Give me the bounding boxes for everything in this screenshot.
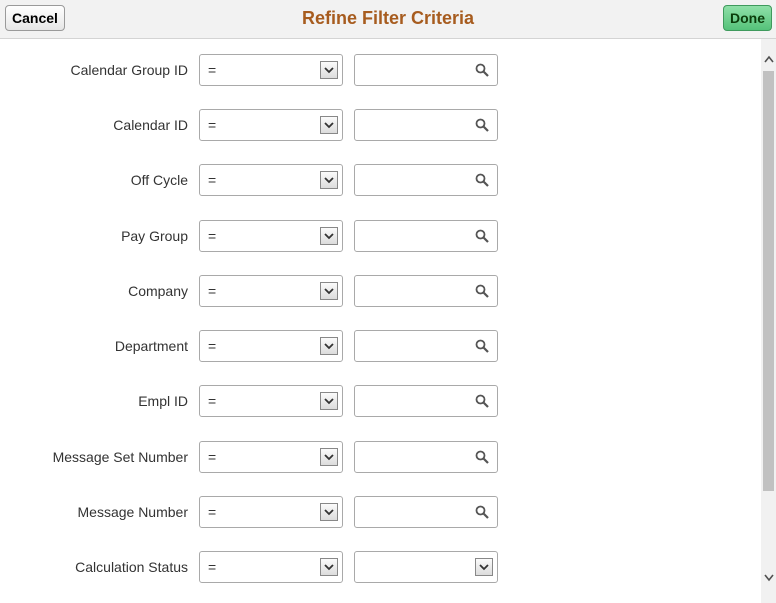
search-icon[interactable]: [475, 63, 489, 77]
chevron-down-icon[interactable]: [320, 171, 338, 189]
filter-row-empl-id: Empl ID =: [0, 385, 760, 417]
operator-value: =: [208, 393, 217, 409]
filter-row-calendar-group-id: Calendar Group ID =: [0, 54, 760, 86]
chevron-down-icon[interactable]: [475, 558, 493, 576]
operator-value: =: [208, 338, 217, 354]
field-label: Message Number: [77, 504, 189, 520]
chevron-down-icon[interactable]: [320, 392, 338, 410]
value-prompt-input[interactable]: [354, 385, 498, 417]
chevron-down-icon[interactable]: [320, 558, 338, 576]
chevron-down-icon[interactable]: [320, 116, 338, 134]
field-label: Calendar ID: [113, 117, 188, 133]
operator-select[interactable]: =: [199, 551, 343, 583]
value-prompt-input[interactable]: [354, 109, 498, 141]
value-prompt-input[interactable]: [354, 54, 498, 86]
filter-row-message-set-number: Message Set Number =: [0, 441, 760, 473]
vertical-scrollbar[interactable]: [761, 39, 776, 603]
field-label: Department: [114, 338, 188, 354]
value-select[interactable]: [354, 551, 498, 583]
field-label: Calculation Status: [75, 559, 188, 575]
filter-row-department: Department =: [0, 330, 760, 362]
field-label: Message Set Number: [52, 449, 188, 465]
chevron-down-icon[interactable]: [320, 227, 338, 245]
operator-select[interactable]: =: [199, 220, 343, 252]
field-label: Calendar Group ID: [70, 62, 188, 78]
filter-row-pay-group: Pay Group =: [0, 220, 760, 252]
chevron-down-icon[interactable]: [320, 337, 338, 355]
scroll-down-arrow-icon[interactable]: [764, 574, 774, 582]
value-prompt-input[interactable]: [354, 496, 498, 528]
search-icon[interactable]: [475, 284, 489, 298]
search-icon[interactable]: [475, 505, 489, 519]
search-icon[interactable]: [475, 118, 489, 132]
operator-select[interactable]: =: [199, 385, 343, 417]
value-prompt-input[interactable]: [354, 164, 498, 196]
operator-value: =: [208, 559, 217, 575]
page-title: Refine Filter Criteria: [301, 8, 475, 28]
operator-select[interactable]: =: [199, 330, 343, 362]
search-icon[interactable]: [475, 339, 489, 353]
filter-row-calculation-status: Calculation Status =: [0, 551, 760, 583]
done-button[interactable]: Done: [723, 5, 772, 31]
filter-row-calendar-id: Calendar ID =: [0, 109, 760, 141]
search-icon[interactable]: [475, 229, 489, 243]
operator-select[interactable]: =: [199, 441, 343, 473]
chevron-down-icon[interactable]: [320, 282, 338, 300]
operator-select[interactable]: =: [199, 275, 343, 307]
scroll-up-arrow-icon[interactable]: [764, 55, 774, 63]
filter-criteria-form: Calendar Group ID = Calendar ID = Off Cy…: [0, 39, 760, 603]
value-prompt-input[interactable]: [354, 330, 498, 362]
field-label: Empl ID: [138, 393, 188, 409]
operator-select[interactable]: =: [199, 54, 343, 86]
value-prompt-input[interactable]: [354, 220, 498, 252]
filter-row-message-number: Message Number =: [0, 496, 760, 528]
operator-select[interactable]: =: [199, 109, 343, 141]
chevron-down-icon[interactable]: [320, 448, 338, 466]
search-icon[interactable]: [475, 450, 489, 464]
field-label: Off Cycle: [130, 172, 188, 188]
operator-value: =: [208, 62, 217, 78]
search-icon[interactable]: [475, 173, 489, 187]
filter-row-off-cycle: Off Cycle =: [0, 164, 760, 196]
header-bar: Cancel Refine Filter Criteria Done: [0, 0, 776, 39]
field-label: Pay Group: [121, 228, 188, 244]
operator-select[interactable]: =: [199, 496, 343, 528]
value-prompt-input[interactable]: [354, 441, 498, 473]
operator-value: =: [208, 504, 217, 520]
operator-value: =: [208, 283, 217, 299]
operator-value: =: [208, 449, 217, 465]
field-label: Company: [128, 283, 188, 299]
operator-value: =: [208, 228, 217, 244]
filter-row-company: Company =: [0, 275, 760, 307]
operator-value: =: [208, 117, 217, 133]
scrollbar-thumb[interactable]: [763, 71, 774, 491]
operator-value: =: [208, 172, 217, 188]
operator-select[interactable]: =: [199, 164, 343, 196]
search-icon[interactable]: [475, 394, 489, 408]
value-prompt-input[interactable]: [354, 275, 498, 307]
chevron-down-icon[interactable]: [320, 61, 338, 79]
chevron-down-icon[interactable]: [320, 503, 338, 521]
